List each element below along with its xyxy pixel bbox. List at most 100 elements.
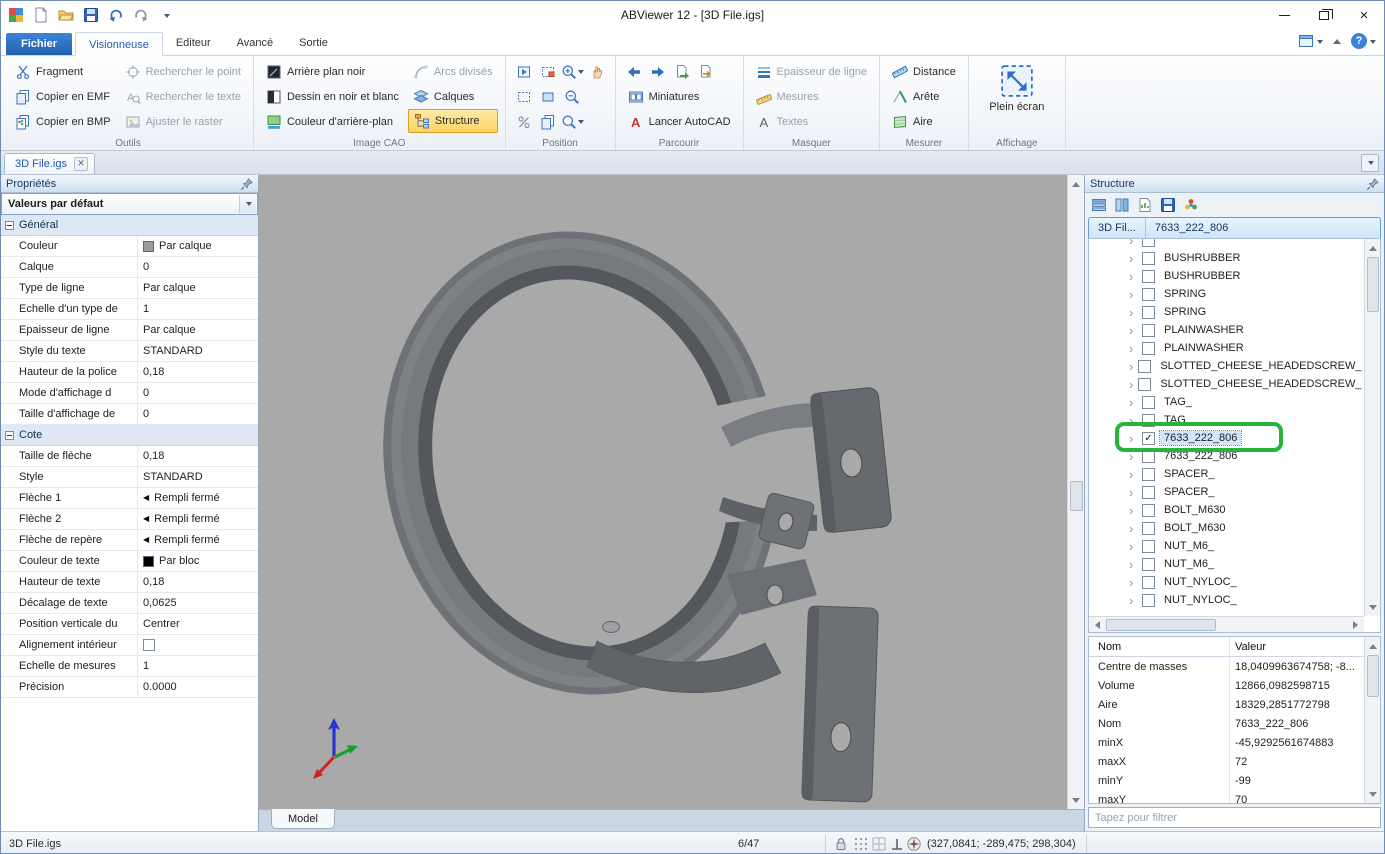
viewport-vertical-scrollbar[interactable] — [1067, 175, 1084, 809]
chevron-right-icon[interactable]: › — [1129, 540, 1137, 553]
tab-sortie[interactable]: Sortie — [286, 31, 341, 55]
zoom-previous-button[interactable] — [537, 110, 559, 133]
ucs-compass-icon[interactable] — [906, 832, 922, 854]
tree-item-checkbox[interactable] — [1142, 306, 1155, 319]
pan-button[interactable] — [586, 60, 608, 83]
tree-item[interactable]: › ✓ 7633_222_806 — [1089, 429, 1364, 447]
property-value[interactable]: 0,18 — [138, 362, 258, 382]
tree-item[interactable]: › PLAINWASHER — [1089, 321, 1364, 339]
3d-canvas[interactable] — [259, 175, 1067, 809]
pin-icon[interactable] — [1366, 177, 1380, 194]
fullscreen-button[interactable]: Plein écran — [976, 59, 1058, 113]
property-value[interactable]: Par calque — [138, 236, 258, 256]
columns-view-icon[interactable] — [1112, 195, 1132, 215]
measure-area-button[interactable]: Aire — [887, 109, 961, 134]
collapse-section-icon[interactable] — [5, 431, 14, 440]
app-logo-icon[interactable] — [5, 4, 27, 26]
property-row[interactable]: Décalage de texte 0,0625 — [1, 593, 258, 614]
zoom-window-button[interactable] — [537, 60, 559, 83]
adjust-raster-button[interactable]: Ajuster le raster — [120, 109, 246, 134]
tree-item-checkbox[interactable] — [1138, 360, 1151, 373]
property-row[interactable]: Hauteur de texte 0,18 — [1, 572, 258, 593]
chevron-right-icon[interactable]: › — [1129, 558, 1137, 571]
browse-forward-button[interactable] — [647, 60, 669, 83]
scrollbar-thumb[interactable] — [1070, 481, 1083, 511]
properties-section-header[interactable]: Cote — [1, 425, 258, 446]
tree-item-checkbox[interactable] — [1142, 576, 1155, 589]
color-settings-icon[interactable] — [1181, 195, 1201, 215]
chevron-right-icon[interactable]: › — [1129, 324, 1137, 337]
grid-icon[interactable] — [871, 832, 887, 854]
property-row[interactable]: Alignement intérieur — [1, 635, 258, 656]
minimize-button[interactable] — [1264, 1, 1304, 29]
scroll-right-icon[interactable] — [1349, 617, 1364, 633]
tree-item[interactable]: › TAG_ — [1089, 393, 1364, 411]
property-row[interactable]: Précision 0.0000 — [1, 677, 258, 698]
property-value[interactable]: 0 — [138, 257, 258, 277]
chevron-right-icon[interactable]: › — [1129, 522, 1137, 535]
measure-edge-button[interactable]: Arête — [887, 84, 961, 109]
hide-measures-button[interactable]: Mesures — [751, 84, 873, 109]
tree-item[interactable]: › BOLT_M630 — [1089, 519, 1364, 537]
scroll-down-icon[interactable] — [1365, 600, 1380, 616]
open-folder-icon[interactable] — [55, 4, 77, 26]
tree-item[interactable]: › SLOTTED_CHEESE_HEADEDSCREW_ — [1089, 357, 1364, 375]
property-value[interactable] — [138, 635, 258, 655]
property-row[interactable]: Couleur de texte Par bloc — [1, 551, 258, 572]
property-value[interactable]: ◀Rempli fermé — [138, 530, 258, 550]
tree-item-checkbox[interactable] — [1142, 396, 1155, 409]
tree-item-checkbox[interactable] — [1142, 288, 1155, 301]
redo-icon[interactable] — [130, 4, 152, 26]
property-value[interactable]: ◀Rempli fermé — [138, 509, 258, 529]
goto-end-button[interactable] — [695, 60, 717, 83]
property-value[interactable]: 0,18 — [138, 572, 258, 592]
report-icon[interactable] — [1135, 195, 1155, 215]
tree-item-checkbox[interactable] — [1142, 342, 1155, 355]
hide-texts-button[interactable]: Textes — [751, 109, 873, 134]
collapse-section-icon[interactable] — [5, 221, 14, 230]
property-value[interactable]: 1 — [138, 656, 258, 676]
fragment-button[interactable]: Fragment — [10, 59, 116, 84]
tree-item-checkbox[interactable] — [1142, 486, 1155, 499]
measure-distance-button[interactable]: Distance — [887, 59, 961, 84]
chevron-right-icon[interactable]: › — [1129, 270, 1137, 283]
find-text-button[interactable]: Rechercher le texte — [120, 84, 246, 109]
scroll-down-icon[interactable] — [1365, 787, 1380, 803]
black-background-button[interactable]: Arrière plan noir — [261, 59, 404, 84]
tree-item[interactable]: › NUT_NYLOC_ — [1089, 591, 1364, 609]
goto-page-button[interactable] — [671, 60, 693, 83]
property-row[interactable]: Flèche de repère ◀Rempli fermé — [1, 530, 258, 551]
layers-button[interactable]: Calques — [408, 84, 498, 109]
tree-item[interactable]: › SPRING — [1089, 285, 1364, 303]
model-tab[interactable]: Model — [271, 809, 335, 829]
tree-item-checkbox[interactable] — [1142, 558, 1155, 571]
tree-item[interactable]: › BOLT_M630 — [1089, 501, 1364, 519]
structure-button[interactable]: Structure — [408, 109, 498, 133]
property-value[interactable]: Par calque — [138, 320, 258, 340]
tab-editeur[interactable]: Editeur — [163, 31, 224, 55]
property-row[interactable]: Taille d'affichage de 0 — [1, 404, 258, 425]
launch-autocad-button[interactable]: Lancer AutoCAD — [623, 109, 736, 134]
properties-preset-select[interactable]: Valeurs par défaut — [1, 193, 258, 215]
breadcrumb-root[interactable]: 3D Fil... — [1089, 218, 1146, 238]
tree-item[interactable]: › NUT_M6_ — [1089, 555, 1364, 573]
property-row[interactable]: Calque 0 — [1, 257, 258, 278]
tree-item[interactable]: › SPACER_ — [1089, 483, 1364, 501]
tree-item-checkbox[interactable] — [1142, 522, 1155, 535]
zoom-object-button[interactable] — [537, 85, 559, 108]
chevron-right-icon[interactable]: › — [1129, 576, 1137, 589]
chevron-right-icon[interactable]: › — [1129, 288, 1137, 301]
property-row[interactable]: Echelle d'un type de 1 — [1, 299, 258, 320]
restore-button[interactable] — [1304, 1, 1344, 29]
tree-item-checkbox[interactable] — [1142, 468, 1155, 481]
expand-levels-icon[interactable] — [1089, 195, 1109, 215]
property-row[interactable]: Echelle de mesures 1 — [1, 656, 258, 677]
scroll-up-icon[interactable] — [1365, 239, 1380, 255]
property-value[interactable]: Par bloc — [138, 551, 258, 571]
tree-item-checkbox[interactable] — [1142, 540, 1155, 553]
tree-item-checkbox[interactable] — [1142, 238, 1155, 247]
tree-item[interactable]: › SPRING — [1089, 303, 1364, 321]
chevron-right-icon[interactable]: › — [1129, 378, 1133, 391]
property-value[interactable]: STANDARD — [138, 467, 258, 487]
snap-grid-icon[interactable] — [853, 832, 869, 854]
